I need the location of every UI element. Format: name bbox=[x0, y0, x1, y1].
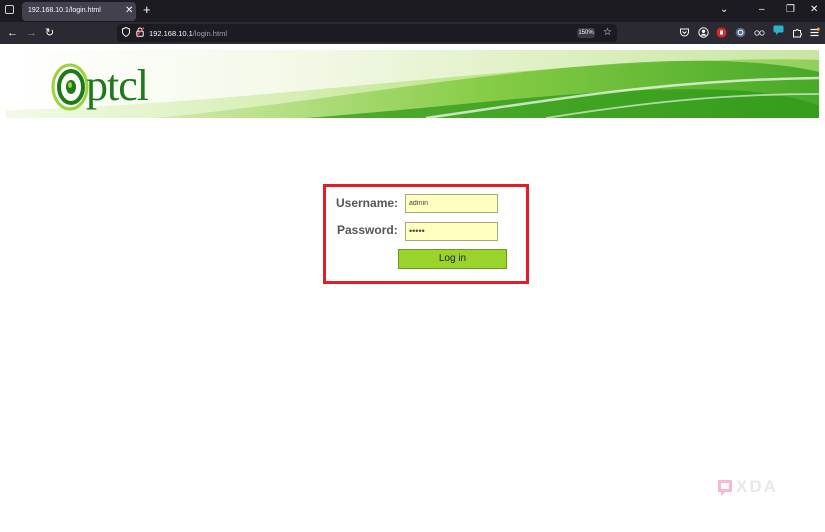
ptcl-logo-swirl-icon bbox=[51, 63, 89, 111]
shield-icon[interactable] bbox=[122, 27, 130, 37]
extensions-puzzle-icon[interactable] bbox=[792, 27, 803, 38]
restore-icon[interactable]: ❐ bbox=[786, 3, 795, 17]
ptcl-banner: ptcl bbox=[6, 50, 819, 118]
url-text: 192.168.10.1/login.html bbox=[149, 29, 227, 38]
new-tab-icon[interactable]: + bbox=[143, 3, 151, 17]
password-label: Password: bbox=[337, 223, 398, 237]
pocket-icon[interactable] bbox=[679, 27, 690, 38]
browser-nav-bar: ← → ↻ 192.168.10.1/login.html 150% ☆ bbox=[0, 22, 825, 44]
username-input[interactable] bbox=[405, 194, 498, 213]
zoom-level-badge[interactable]: 150% bbox=[577, 28, 595, 38]
insecure-lock-icon[interactable] bbox=[136, 27, 144, 37]
url-path: /login.html bbox=[192, 29, 227, 38]
back-icon[interactable]: ← bbox=[7, 26, 18, 40]
minimize-icon[interactable]: – bbox=[759, 3, 765, 17]
login-button[interactable]: Log in bbox=[398, 249, 507, 269]
chat-extension-icon[interactable] bbox=[773, 25, 784, 36]
translate-extension-icon[interactable] bbox=[735, 27, 746, 38]
reload-icon[interactable]: ↻ bbox=[45, 26, 54, 40]
address-bar[interactable]: 192.168.10.1/login.html 150% ☆ bbox=[117, 24, 617, 42]
forward-icon[interactable]: → bbox=[26, 26, 37, 40]
window-close-icon[interactable]: ✕ bbox=[810, 3, 818, 17]
tab-title: 192.168.10.1/login.html bbox=[28, 7, 101, 14]
browser-tab[interactable]: 192.168.10.1/login.html ✕ bbox=[22, 2, 136, 21]
ptcl-logo-text: ptcl bbox=[86, 61, 149, 110]
account-icon[interactable] bbox=[698, 27, 709, 38]
tab-overview-icon[interactable] bbox=[5, 5, 14, 14]
adblock-extension-icon[interactable] bbox=[716, 27, 727, 38]
browser-tab-bar: 192.168.10.1/login.html ✕ + ⌄ – ❐ ✕ bbox=[0, 0, 825, 22]
watermark-text: XDA bbox=[736, 477, 778, 496]
username-label: Username: bbox=[336, 196, 399, 210]
tab-close-icon[interactable]: ✕ bbox=[125, 4, 133, 18]
xda-logo-icon bbox=[718, 480, 732, 496]
bookmark-star-icon[interactable]: ☆ bbox=[603, 26, 612, 40]
app-menu-icon[interactable] bbox=[809, 27, 820, 38]
password-input[interactable]: ••••• bbox=[405, 222, 498, 241]
url-host: 192.168.10.1 bbox=[149, 29, 193, 38]
extension-glasses-icon[interactable] bbox=[754, 27, 765, 38]
list-tabs-icon[interactable]: ⌄ bbox=[720, 3, 728, 17]
